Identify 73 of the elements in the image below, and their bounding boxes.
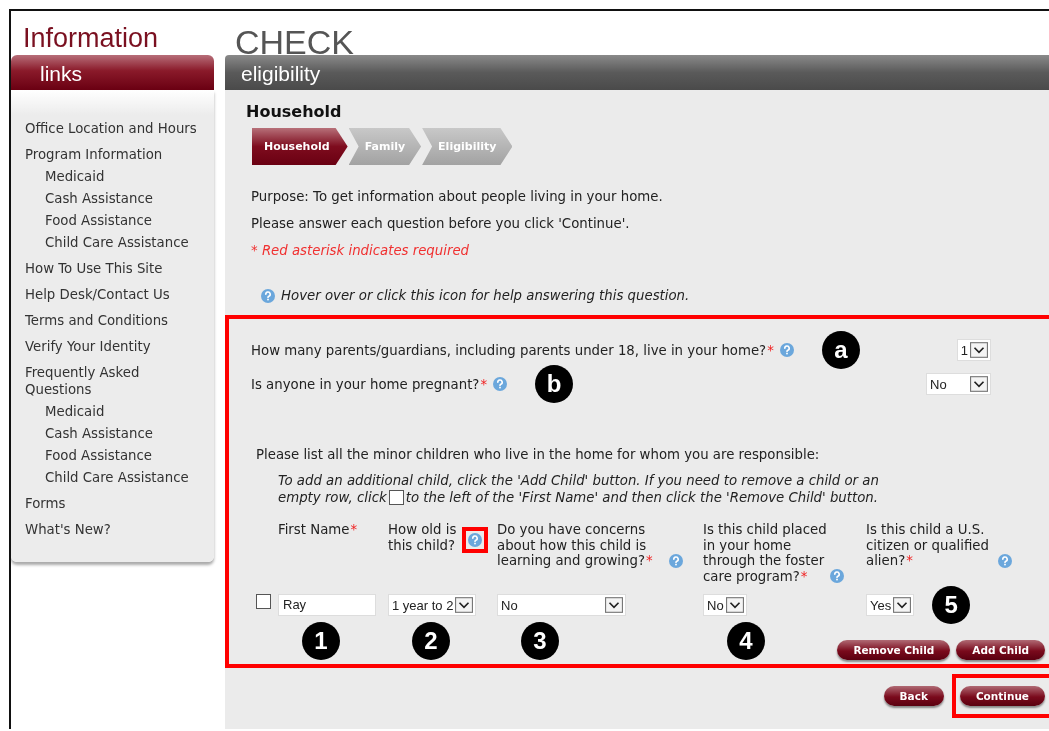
dropdown[interactable]: No xyxy=(497,594,626,616)
help-icon[interactable] xyxy=(830,569,844,583)
page-heading: Household xyxy=(246,102,343,121)
column-header: Is this child a U.S. citizen or qualified alien?* xyxy=(866,522,990,569)
sidebar-link[interactable]: Help Desk/Contact Us xyxy=(25,283,214,305)
annotation-marker: b xyxy=(535,365,574,403)
help-icon[interactable] xyxy=(669,553,683,568)
required-asterisk: * xyxy=(767,342,774,358)
sidebar-link[interactable]: Cash Assistance xyxy=(25,187,214,209)
form-button[interactable]: Add Child xyxy=(956,640,1045,660)
chevron-icon xyxy=(725,597,744,613)
column-header: Is this child placed in your home through the foster care program?* xyxy=(703,522,828,584)
sidebar-link[interactable]: Verify Your Identity xyxy=(25,335,214,357)
annotation-marker: 5 xyxy=(932,586,971,624)
annotation-marker: a xyxy=(821,331,860,369)
sidebar-link[interactable]: Office Location and Hours xyxy=(25,117,214,139)
annotation-marker: 4 xyxy=(727,622,765,660)
help-icon[interactable] xyxy=(468,533,482,547)
chevron-icon xyxy=(970,342,988,358)
form-button[interactable]: Continue xyxy=(959,686,1045,706)
sidebar-link[interactable]: Medicaid xyxy=(25,165,214,187)
sidebar-link[interactable]: What's New? xyxy=(25,518,214,540)
sidebar-link[interactable]: Child Care Assistance xyxy=(25,466,214,488)
required-asterisk: * xyxy=(480,376,488,392)
required-note: * Red asterisk indicates required xyxy=(251,242,470,258)
dropdown[interactable]: 1 year to 2 xyxy=(388,594,477,616)
help-icon[interactable] xyxy=(493,377,508,391)
dropdown[interactable]: No xyxy=(926,373,991,395)
sidebar-link[interactable]: Frequently Asked Questions xyxy=(25,361,214,400)
column-header: Do you have concerns about how this child is learning and growing?* xyxy=(497,522,654,569)
help-note: Hover over or click this icon for help answering this question. xyxy=(281,288,690,303)
children-intro: Please list all the minor children who live in the home for whom you are responsible: xyxy=(256,447,821,462)
first-name-field[interactable]: Ray xyxy=(278,594,376,616)
instruction-text: to the left of the 'First Name' and then click the 'Remove Child' button. xyxy=(405,489,878,506)
intro-text: Purpose: To get information about people living in your home. xyxy=(251,188,664,204)
dropdown[interactable]: No xyxy=(703,594,747,616)
sidebar-link[interactable]: Terms and Conditions xyxy=(25,309,214,331)
sidebar-link[interactable]: Forms xyxy=(25,492,214,514)
chevron-icon xyxy=(893,597,912,613)
instruction-text: To add an additional child, click the 'Add Child' button. If you need to remove a child or an xyxy=(278,472,880,489)
question-label: Is anyone in your home pregnant? xyxy=(251,376,480,392)
sidebar-link[interactable]: Food Assistance xyxy=(25,444,214,466)
section-header: eligibility xyxy=(225,55,1049,90)
checkbox-icon xyxy=(388,490,404,505)
sidebar-link[interactable]: Child Care Assistance xyxy=(25,231,214,253)
help-icon[interactable] xyxy=(261,288,275,303)
sidebar-header: links xyxy=(11,55,214,90)
annotation-marker: 3 xyxy=(521,622,559,660)
chevron-icon xyxy=(970,376,988,392)
progress-step[interactable]: Household xyxy=(252,128,348,165)
dropdown[interactable]: Yes xyxy=(866,594,915,616)
form-button[interactable]: Remove Child xyxy=(837,640,951,660)
annotation-marker: 2 xyxy=(412,622,450,660)
instruction-text: empty row, click xyxy=(278,489,387,506)
form-button[interactable]: Back xyxy=(883,686,944,706)
column-header: First Name* xyxy=(278,522,358,538)
dropdown[interactable]: 1 xyxy=(956,339,991,361)
chevron-icon xyxy=(455,597,474,613)
help-icon[interactable] xyxy=(779,343,794,357)
column-header: How old is this child? xyxy=(388,522,458,553)
sidebar-link[interactable]: Cash Assistance xyxy=(25,422,214,444)
sidebar-link[interactable]: Food Assistance xyxy=(25,209,214,231)
sidebar-link[interactable]: Medicaid xyxy=(25,400,214,422)
intro-text: Please answer each question before you click 'Continue'. xyxy=(251,215,631,231)
annotation-marker: 1 xyxy=(302,622,340,660)
site-title: Information xyxy=(22,22,160,53)
row-checkbox[interactable] xyxy=(256,594,271,609)
sidebar-link[interactable]: How To Use This Site xyxy=(25,257,214,279)
sidebar-link[interactable]: Program Information xyxy=(25,143,214,165)
help-icon[interactable] xyxy=(998,553,1012,568)
chevron-icon xyxy=(605,597,623,613)
page-title: CHECK xyxy=(234,22,356,55)
question-label: How many parents/guardians, including parents under 18, live in your home? xyxy=(251,342,767,358)
